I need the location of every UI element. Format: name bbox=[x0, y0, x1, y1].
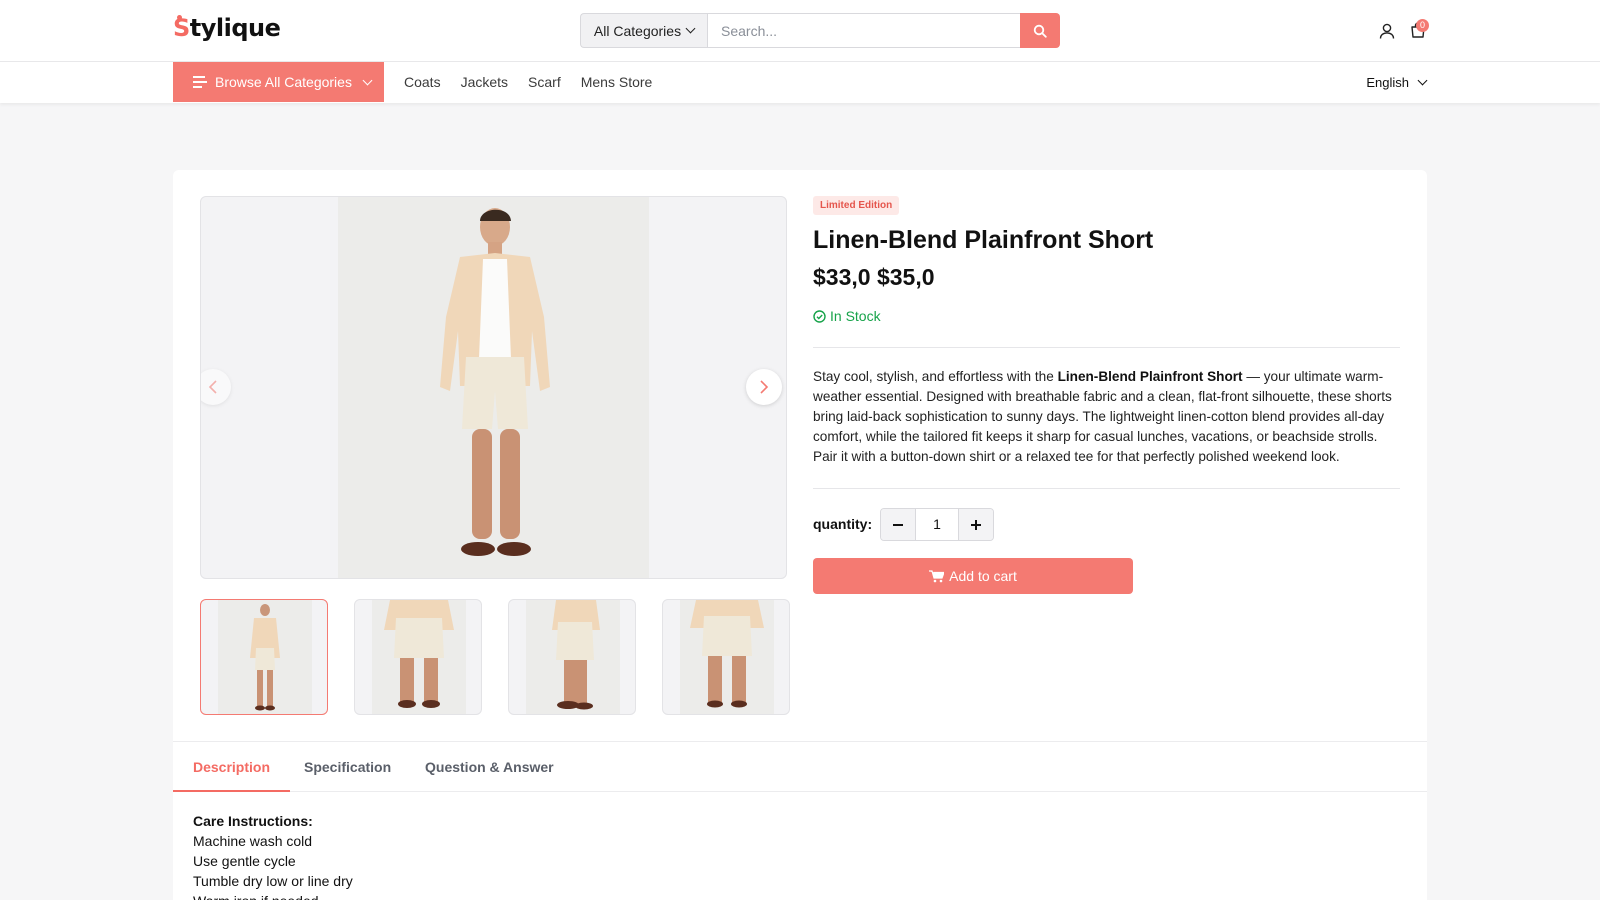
add-to-cart-button[interactable]: Add to cart bbox=[813, 558, 1133, 594]
browse-categories-button[interactable]: Browse All Categories bbox=[173, 62, 384, 102]
thumbnail-4[interactable] bbox=[662, 599, 790, 715]
chevron-left-icon bbox=[208, 380, 217, 394]
nav-link-mens-store[interactable]: Mens Store bbox=[581, 74, 653, 90]
category-select-label: All Categories bbox=[593, 22, 682, 39]
product-tabs: Description Specification Question & Ans… bbox=[173, 741, 1427, 792]
add-to-cart-label: Add to cart bbox=[949, 568, 1017, 584]
tab-specification[interactable]: Specification bbox=[284, 742, 411, 792]
thumbnail-image bbox=[372, 600, 466, 714]
divider bbox=[813, 347, 1400, 348]
thumbnail-image bbox=[526, 600, 620, 714]
increase-quantity-button[interactable] bbox=[959, 509, 993, 540]
stock-status: In Stock bbox=[813, 308, 881, 324]
care-instructions: Care Instructions: Machine wash cold Use… bbox=[193, 811, 353, 900]
next-image-button[interactable] bbox=[746, 369, 782, 405]
thumbnail-1[interactable] bbox=[200, 599, 328, 715]
nav-link-scarf[interactable]: Scarf bbox=[528, 74, 561, 90]
previous-image-button[interactable] bbox=[201, 369, 231, 405]
chevron-down-icon bbox=[1417, 75, 1428, 85]
chevron-down-icon bbox=[685, 23, 696, 34]
nav-links: Coats Jackets Scarf Mens Store bbox=[404, 62, 652, 102]
care-item: Use gentle cycle bbox=[193, 853, 296, 869]
chevron-down-icon bbox=[362, 75, 373, 85]
care-item: Tumble dry low or line dry bbox=[193, 873, 353, 889]
product-photo bbox=[338, 197, 649, 578]
quantity-input[interactable]: 1 bbox=[915, 509, 959, 540]
product-main-image bbox=[200, 196, 787, 579]
nav-link-jackets[interactable]: Jackets bbox=[461, 74, 508, 90]
quantity-label: quantity: bbox=[813, 516, 873, 532]
cart-icon bbox=[929, 569, 945, 582]
user-icon[interactable] bbox=[1378, 22, 1396, 40]
quantity-stepper: 1 bbox=[880, 508, 994, 541]
category-select[interactable]: All Categories bbox=[580, 13, 707, 48]
product-title: Linen-Blend Plainfront Short bbox=[813, 226, 1154, 254]
care-item: Warm iron if needed bbox=[193, 891, 353, 900]
nav-bar: Browse All Categories Coats Jackets Scar… bbox=[0, 62, 1600, 103]
tab-description[interactable]: Description bbox=[173, 742, 291, 792]
divider bbox=[813, 488, 1400, 489]
language-select[interactable]: English bbox=[1366, 62, 1428, 102]
thumbnail-2[interactable] bbox=[354, 599, 482, 715]
care-item: Machine wash cold bbox=[193, 833, 313, 849]
minus-icon bbox=[893, 523, 903, 526]
top-header: Stylique All Categories 0 bbox=[0, 0, 1600, 62]
language-label: English bbox=[1366, 74, 1409, 90]
model-figure-illustration bbox=[338, 197, 649, 578]
thumbnail-image bbox=[680, 600, 774, 714]
care-instructions-title: Care Instructions: bbox=[193, 813, 313, 829]
tab-question-answer[interactable]: Question & Answer bbox=[405, 742, 574, 792]
chevron-right-icon bbox=[760, 380, 769, 394]
menu-icon bbox=[193, 76, 207, 88]
logo[interactable]: Stylique bbox=[173, 14, 281, 42]
browse-categories-label: Browse All Categories bbox=[215, 74, 352, 90]
check-circle-icon bbox=[813, 309, 826, 323]
description-text: Stay cool, stylish, and effortless with … bbox=[813, 369, 1058, 384]
search-bar: All Categories bbox=[580, 13, 1060, 48]
search-input[interactable] bbox=[707, 13, 1020, 48]
nav-link-coats[interactable]: Coats bbox=[404, 74, 441, 90]
limited-edition-badge: Limited Edition bbox=[813, 196, 900, 215]
thumbnail-image bbox=[218, 600, 312, 714]
search-icon bbox=[1033, 24, 1047, 38]
decrease-quantity-button[interactable] bbox=[881, 509, 915, 540]
product-price: $33,0 $35,0 bbox=[813, 264, 935, 290]
plus-icon bbox=[971, 519, 981, 530]
description-product-name: Linen-Blend Plainfront Short bbox=[1057, 369, 1243, 384]
product-description: Stay cool, stylish, and effortless with … bbox=[813, 367, 1401, 467]
stock-status-label: In Stock bbox=[830, 308, 881, 324]
thumbnail-3[interactable] bbox=[508, 599, 636, 715]
search-button[interactable] bbox=[1020, 13, 1060, 48]
thumbnail-strip bbox=[200, 599, 790, 715]
cart-count-badge: 0 bbox=[1416, 19, 1429, 32]
